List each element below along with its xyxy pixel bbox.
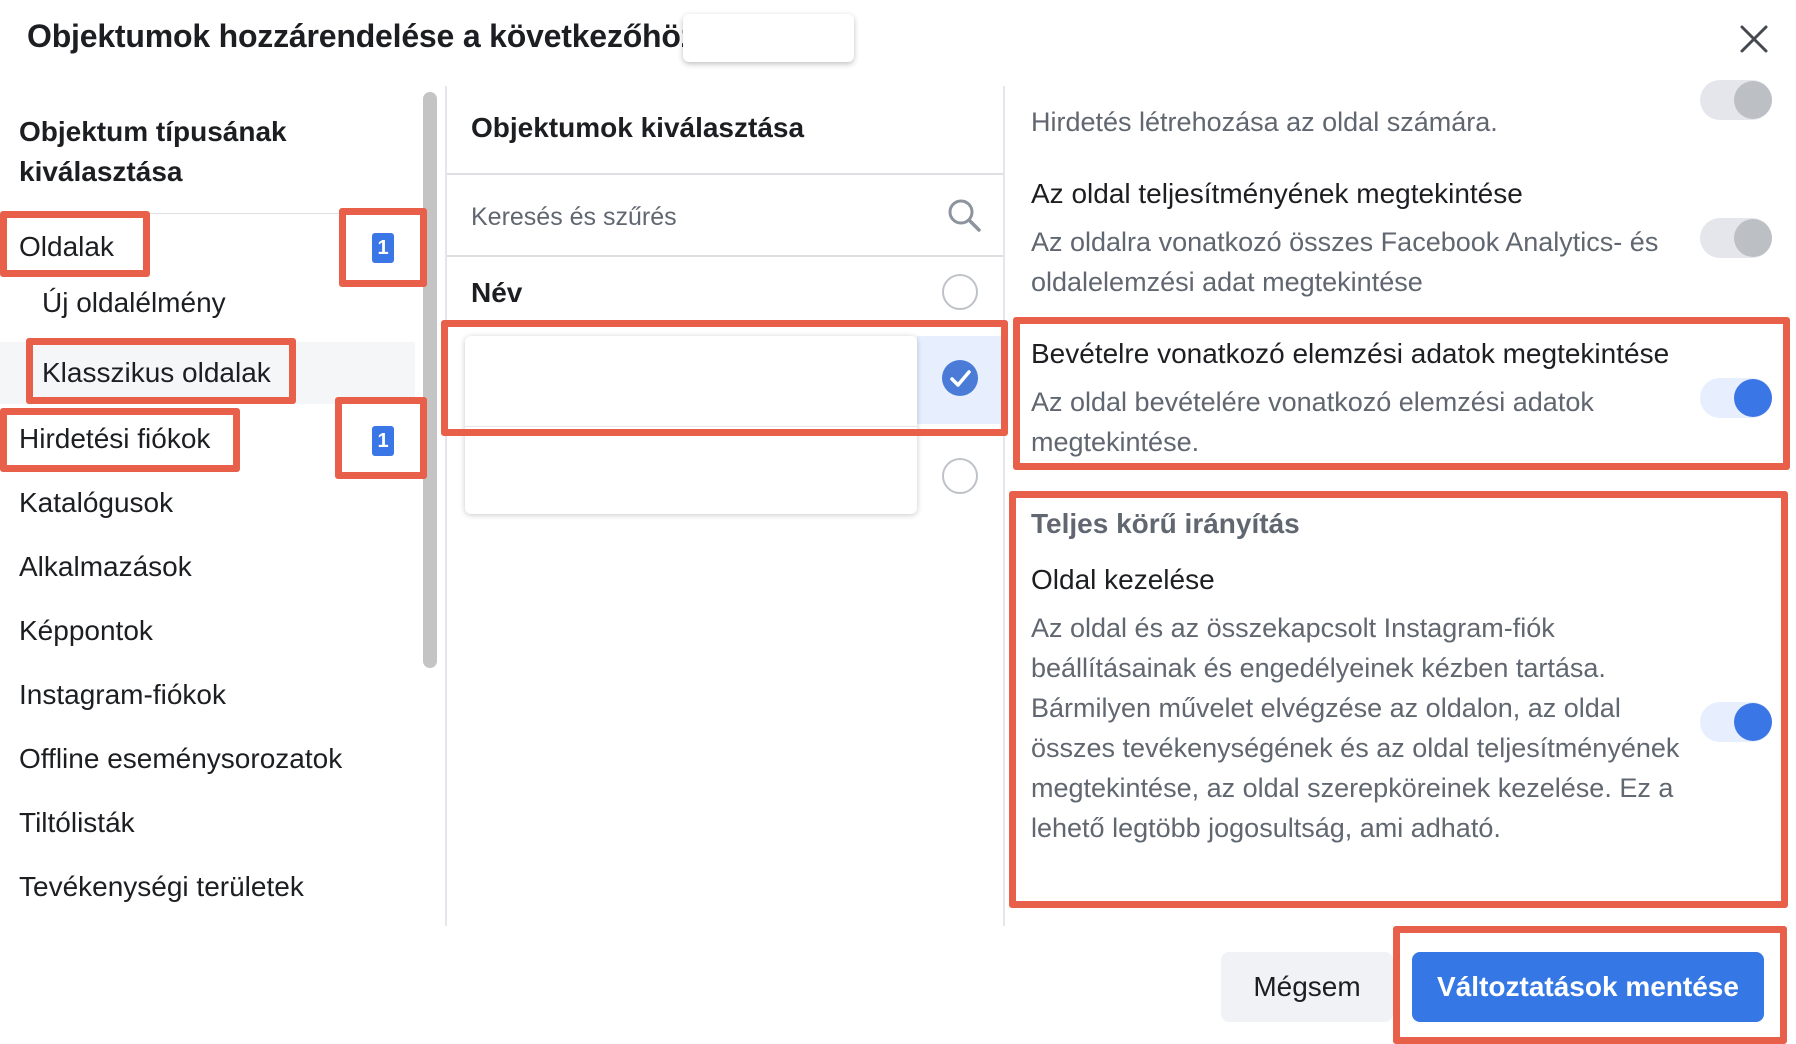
annotation-box xyxy=(339,208,427,287)
nav-item-pixels[interactable]: Képpontok xyxy=(19,615,153,647)
toggle-knob xyxy=(1734,81,1772,119)
annotation-box xyxy=(335,397,427,479)
dialog-title: Objektumok hozzárendelése a következőhöz… xyxy=(27,18,707,54)
search-icon[interactable] xyxy=(946,197,982,233)
create-ads-description: Hirdetés létrehozása az oldal számára. xyxy=(1031,107,1498,137)
annotation-box xyxy=(1393,926,1787,1044)
column-separator xyxy=(445,86,447,926)
view-performance-description: Az oldalra vonatkozó összes Facebook Ana… xyxy=(1031,227,1659,297)
nav-item-apps[interactable]: Alkalmazások xyxy=(19,551,192,583)
create-ads-toggle[interactable] xyxy=(1700,80,1772,120)
view-performance-title: Az oldal teljesítményének megtekintése xyxy=(1031,178,1523,209)
divider xyxy=(447,255,1003,257)
nav-item-business-areas[interactable]: Tevékenységi területek xyxy=(19,871,304,903)
select-objects-heading: Objektumok kiválasztása xyxy=(471,112,805,143)
select-all-radio[interactable] xyxy=(942,274,978,310)
nav-item-offline-event-sets[interactable]: Offline eseménysorozatok xyxy=(19,743,342,775)
cancel-button[interactable]: Mégsem xyxy=(1221,952,1393,1022)
divider xyxy=(447,173,1003,175)
left-scrollbar[interactable] xyxy=(423,92,437,668)
nav-item-catalogs[interactable]: Katalógusok xyxy=(19,487,173,519)
annotation-box xyxy=(1009,491,1788,908)
search-input[interactable]: Keresés és szűrés xyxy=(471,203,677,232)
annotation-box xyxy=(26,338,296,404)
annotation-box xyxy=(441,320,1008,436)
column-separator xyxy=(1003,86,1005,926)
nav-item-instagram-accounts[interactable]: Instagram-fiókok xyxy=(19,679,226,711)
annotation-box xyxy=(1013,317,1790,470)
target-name-chip xyxy=(683,14,854,62)
nav-item-block-lists[interactable]: Tiltólisták xyxy=(19,807,135,839)
view-performance-toggle[interactable] xyxy=(1700,218,1772,258)
name-column-label: Név xyxy=(471,277,523,308)
object-type-heading: Objektum típusának kiválasztása xyxy=(19,116,287,187)
close-icon[interactable] xyxy=(1737,22,1771,56)
annotation-box xyxy=(0,408,240,472)
object-radio[interactable] xyxy=(942,458,978,494)
annotation-box xyxy=(0,211,150,277)
nav-item-new-page-experience[interactable]: Új oldalélmény xyxy=(42,287,226,319)
toggle-knob xyxy=(1734,219,1772,257)
